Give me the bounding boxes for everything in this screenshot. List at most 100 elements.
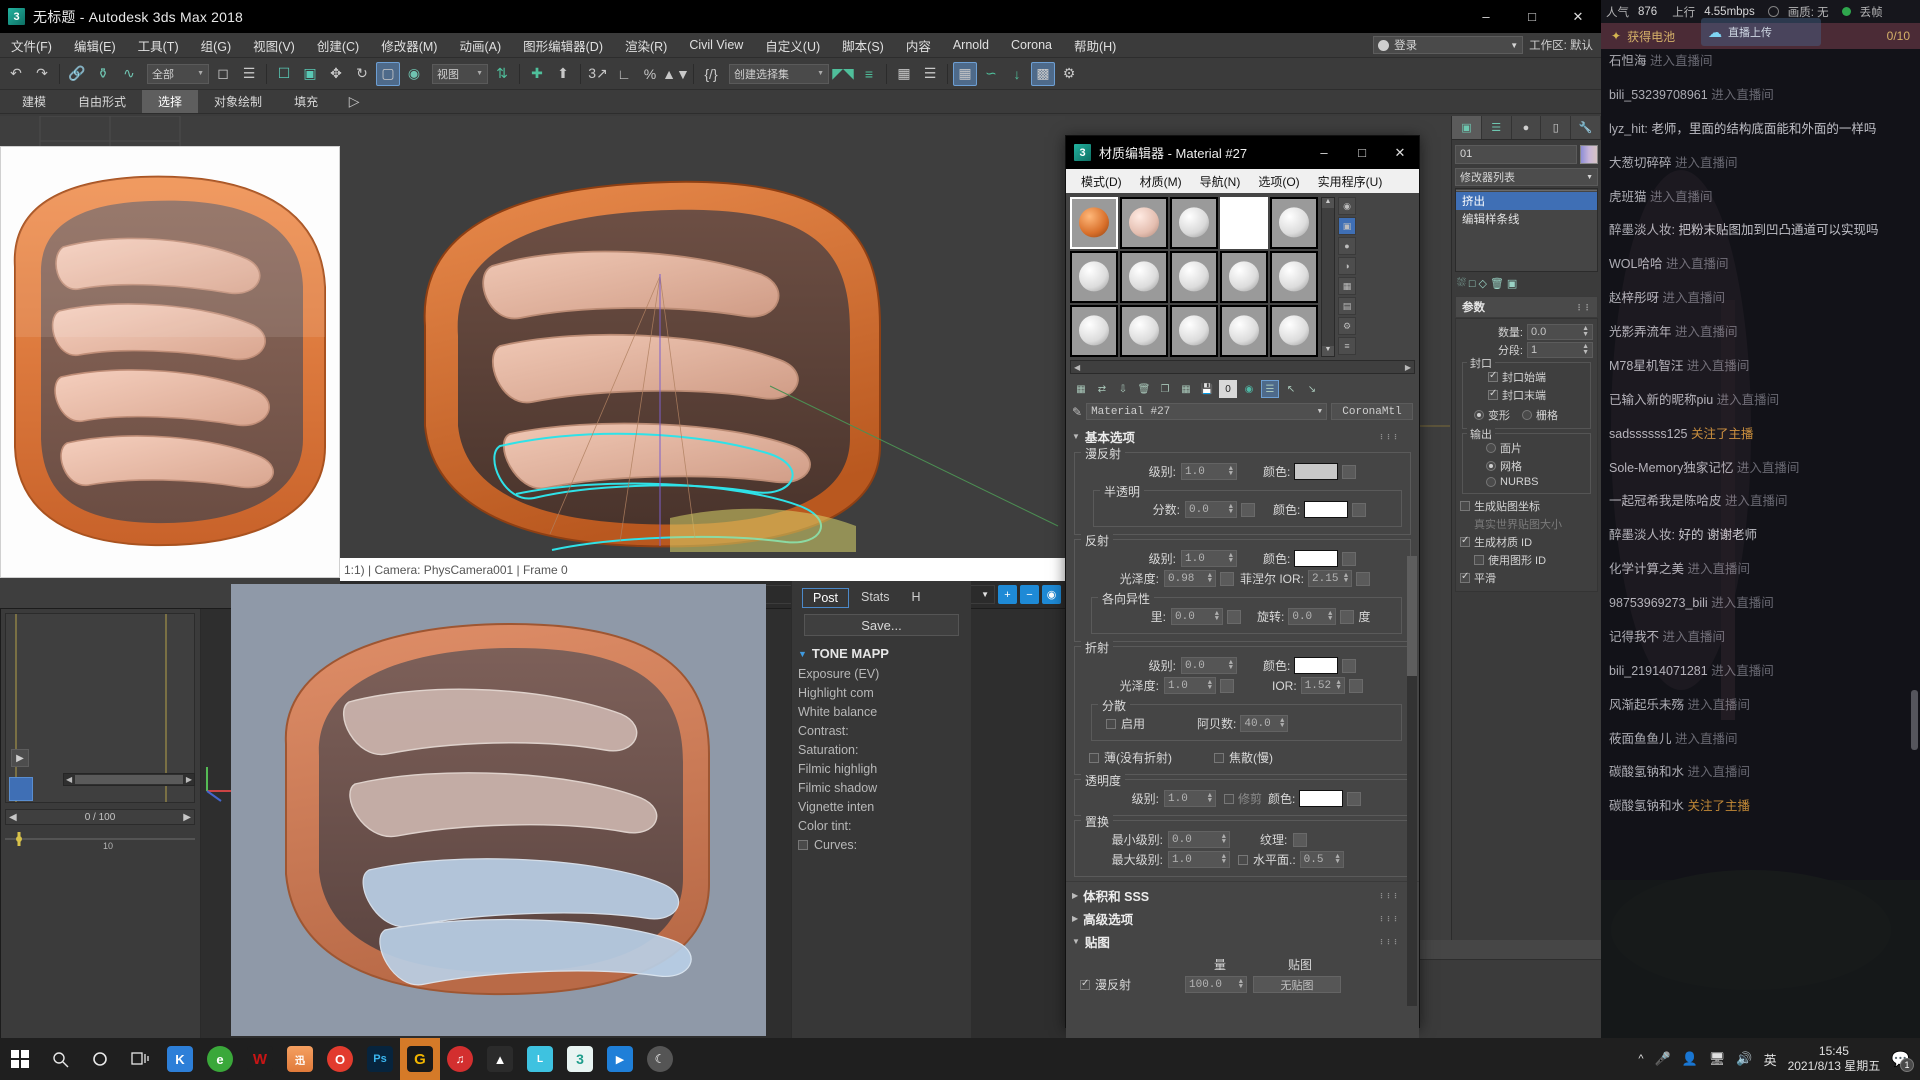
material-slot-11[interactable] — [1070, 305, 1118, 357]
abbe-field[interactable]: 40.0 ▲ ▼ — [1240, 715, 1289, 732]
material-slot-6[interactable] — [1070, 251, 1118, 303]
qq-icon[interactable]: 👤 — [1682, 1051, 1698, 1067]
background-icon[interactable]: ▦ — [1338, 277, 1356, 295]
anisotropy-amount-field[interactable]: 0.0 ▲ ▼ — [1171, 608, 1223, 625]
fresnel-map-button[interactable] — [1356, 571, 1371, 586]
mesh-radio[interactable]: 网格 — [1466, 458, 1587, 474]
slot-horizontal-scrollbar[interactable]: ◀ ▶ — [1070, 360, 1415, 374]
taskbar-app-corona[interactable]: G — [400, 1038, 440, 1080]
vfb-render-preview[interactable] — [231, 584, 766, 1036]
material-slot-1[interactable] — [1070, 197, 1118, 249]
microphone-icon[interactable]: 🎤 — [1654, 1051, 1670, 1067]
material-name-field[interactable]: Material #27 ▼ — [1086, 403, 1327, 420]
named-selection-set-dropdown[interactable]: 创建选择集 ▼ — [729, 63, 829, 84]
menu-customize[interactable]: 自定义(U) — [754, 33, 831, 58]
modifier-stack-item-edit-spline[interactable]: 编辑样条线 — [1456, 210, 1597, 228]
generate-mapping-coords-checkbox[interactable]: 生成贴图坐标 — [1460, 498, 1593, 514]
ribbon-options-icon[interactable]: ▷ — [342, 90, 366, 114]
anisotropy-amount-map-button[interactable] — [1227, 609, 1241, 624]
me-menu-navigation[interactable]: 导航(N) — [1191, 171, 1250, 192]
material-slot-3[interactable] — [1170, 197, 1218, 249]
get-material-icon[interactable]: ◉ — [1338, 197, 1356, 215]
ribbon-tab-selection[interactable]: 选择 — [142, 90, 199, 113]
angle-snap-icon[interactable]: ⬆ — [551, 62, 575, 86]
material-parameters-scroll[interactable]: ▼ 基本选项 ⋮⋮⋮ 漫反射 级别: 1.0 ▲ ▼ 颜色: 半透明 分数: 0… — [1066, 425, 1419, 1061]
translucency-map-button[interactable] — [1352, 502, 1367, 517]
select-and-move-icon[interactable]: ✥ — [324, 62, 348, 86]
taskbar-app-live[interactable]: L — [520, 1038, 560, 1080]
undo-icon[interactable]: ↶ — [4, 62, 28, 86]
reflection-color-swatch[interactable] — [1294, 550, 1339, 567]
spinner-arrows-icon[interactable]: ▲ ▼ — [1335, 853, 1339, 865]
motion-tab[interactable]: ▯ — [1541, 116, 1572, 139]
taskbar-app-video[interactable]: ▶ — [600, 1038, 640, 1080]
dispersion-enable-checkbox[interactable]: 启用 — [1106, 715, 1145, 732]
refraction-glossiness-field[interactable]: 1.0 ▲ ▼ — [1164, 677, 1216, 694]
taskbar-app-netease[interactable]: ♫ — [440, 1038, 480, 1080]
use-shape-ids-checkbox[interactable]: 使用图形 ID — [1460, 552, 1593, 568]
zoom-out-icon[interactable]: − — [1020, 585, 1039, 604]
select-link-icon[interactable]: 🔗 — [65, 62, 89, 86]
schematic-view-icon[interactable]: ↓ — [1005, 62, 1029, 86]
spinner-arrows-icon[interactable]: ▲ ▼ — [1229, 552, 1233, 564]
taskbar-app-3dsmax[interactable]: 3 — [560, 1038, 600, 1080]
material-slot-15[interactable] — [1270, 305, 1318, 357]
anisotropy-rotation-field[interactable]: 0.0 ▲ ▼ — [1288, 608, 1337, 625]
vfb-tab-history[interactable]: H — [902, 588, 931, 608]
close-button[interactable]: ✕ — [1555, 0, 1601, 33]
search-icon[interactable] — [40, 1038, 80, 1080]
reset-map-icon[interactable]: 🗑 — [1135, 380, 1153, 398]
menu-arnold[interactable]: Arnold — [942, 35, 1000, 55]
scroll-thumb[interactable] — [1407, 556, 1417, 676]
ior-map-button[interactable] — [1348, 678, 1363, 693]
thin-checkbox[interactable]: 薄(没有折射) — [1089, 749, 1172, 766]
tone-mapping-section-header[interactable]: ▼ TONE MAPP — [798, 646, 965, 661]
ribbon-tab-object-paint[interactable]: 对象绘制 — [198, 90, 278, 113]
refraction-map-button[interactable] — [1342, 658, 1357, 673]
vfb-tab-post[interactable]: Post — [802, 588, 850, 608]
placement-tool-icon[interactable]: ◉ — [402, 62, 426, 86]
video-color-check-icon[interactable]: ⚙ — [1338, 317, 1356, 335]
spinner-snap-icon[interactable]: ▲▼ — [662, 62, 690, 86]
select-and-scale-icon[interactable]: ▢ — [376, 61, 400, 86]
utilities-tab[interactable]: 🔧 — [1571, 116, 1601, 139]
spinner-arrows-icon[interactable]: ▲ ▼ — [1215, 610, 1219, 622]
displacement-texture-button[interactable] — [1293, 832, 1308, 847]
translucency-color-swatch[interactable] — [1304, 501, 1349, 518]
ribbon-tab-populate[interactable]: 填充 — [278, 90, 334, 113]
water-level-field[interactable]: 0.5 ▲ ▼ — [1299, 851, 1344, 868]
material-editor-icon[interactable]: ▩ — [1031, 61, 1055, 86]
ribbon-tab-modeling[interactable]: 建模 — [6, 90, 62, 113]
cap-end-checkbox[interactable]: 封口末端 — [1466, 387, 1587, 403]
caustics-checkbox[interactable]: 焦散(慢) — [1214, 749, 1273, 766]
minimize-button[interactable]: – — [1463, 0, 1509, 33]
remove-modifier-icon[interactable]: 🗑 — [1490, 277, 1504, 290]
displacement-max-field[interactable]: 1.0 ▲ ▼ — [1168, 851, 1230, 868]
select-object-icon[interactable]: ◻ — [211, 62, 235, 86]
scroll-left-icon[interactable]: ◀ — [66, 775, 72, 784]
material-slot-10[interactable] — [1270, 251, 1318, 303]
maps-rollup-header[interactable]: ▼ 贴图 ⋮⋮⋮ — [1066, 930, 1419, 953]
modify-tab[interactable]: ☰ — [1482, 116, 1512, 139]
put-material-to-scene-icon[interactable]: ⇄ — [1093, 380, 1111, 398]
spinner-arrows-icon[interactable]: ▲ ▼ — [1344, 572, 1348, 584]
vfb-timeline-row[interactable]: ◀ 0 / 100 ▶ — [5, 809, 195, 825]
scroll-right-icon[interactable]: ▶ — [186, 775, 192, 784]
material-slot-8[interactable] — [1170, 251, 1218, 303]
diffuse-map-button[interactable] — [1342, 464, 1357, 479]
redo-icon[interactable]: ↷ — [30, 62, 54, 86]
reference-coordinate-dropdown[interactable]: 视图 ▼ — [432, 63, 488, 84]
selection-filter-dropdown[interactable]: 全部 ▼ — [147, 63, 209, 84]
material-id-channel-icon[interactable]: 0 — [1219, 380, 1237, 398]
go-to-parent-icon[interactable]: ↖ — [1282, 380, 1300, 398]
material-slot-12[interactable] — [1120, 305, 1168, 357]
me-menu-utilities[interactable]: 实用程序(U) — [1309, 171, 1392, 192]
select-and-rotate-icon[interactable]: ↻ — [350, 62, 374, 86]
morph-radio[interactable]: 变形 — [1474, 407, 1510, 423]
anisotropy-rotation-map-button[interactable] — [1340, 609, 1355, 624]
generate-material-ids-checkbox[interactable]: 生成材质 ID — [1460, 534, 1593, 550]
curves-checkbox[interactable]: Curves: — [798, 838, 965, 852]
material-slot-2[interactable] — [1120, 197, 1168, 249]
me-menu-material[interactable]: 材质(M) — [1131, 171, 1191, 192]
diffuse-color-swatch[interactable] — [1294, 463, 1339, 480]
